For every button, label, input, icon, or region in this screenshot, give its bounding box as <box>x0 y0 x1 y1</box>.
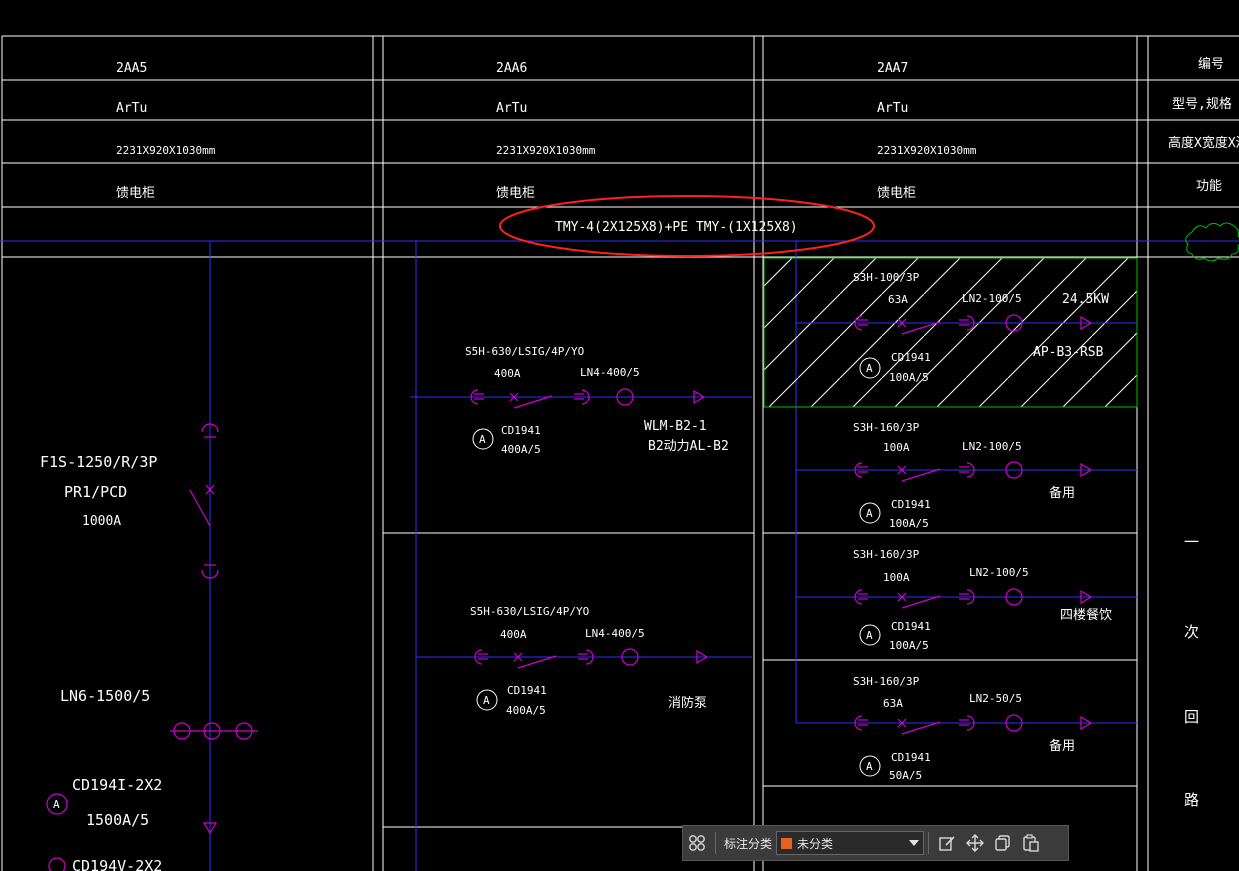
cabinet-1-function: 馈电柜 <box>116 186 155 201</box>
aa7-f1-load: AP-B3-RSB <box>1033 345 1104 360</box>
aa7-f3-ratio: 100A/5 <box>889 639 929 652</box>
aa6-f2-ct: LN4-400/5 <box>585 627 645 640</box>
aa7-f3-meter-symbol: A <box>866 629 873 642</box>
aa7-f4-load: 备用 <box>1049 738 1075 754</box>
annotation-toolbar: 标注分类 未分类 <box>682 825 1069 861</box>
cabinet-2-size: 2231X920X1030mm <box>496 144 596 157</box>
edit-icon[interactable] <box>933 829 961 857</box>
aa7-feeder-3[interactable]: A S3H-160/3P 100A LN2-100/5 CD1941 100A/… <box>796 548 1137 652</box>
cad-drawing-canvas[interactable]: 2AA5 2AA6 2AA7 编号 ArTu ArTu ArTu 型号,规格 2… <box>0 0 1239 871</box>
grid-icon[interactable] <box>683 829 711 857</box>
aa7-f2-breaker: S3H-160/3P <box>853 421 920 434</box>
cabinet-1-id: 2AA5 <box>116 61 147 76</box>
selected-feeder-hatch[interactable] <box>763 257 1138 408</box>
aa6-feeder-1[interactable]: A S5H-630/LSIG/4P/YO 400A LN4-400/5 CD19… <box>410 345 752 456</box>
incomer-meter1-ratio: 1500A/5 <box>86 811 149 829</box>
aa6-f1-line: WLM-B2-1 <box>644 419 707 434</box>
aa6-f1-meter-symbol: A <box>479 433 486 446</box>
cabinet-2-id: 2AA6 <box>496 61 527 76</box>
aa6-f1-ct: LN4-400/5 <box>580 366 640 379</box>
aa7-f2-ratio: 100A/5 <box>889 517 929 530</box>
aa7-f3-meter: CD1941 <box>891 620 931 633</box>
circuit-column-label: 一 次 回 路 <box>1184 533 1199 809</box>
category-selected-value: 未分类 <box>797 836 834 851</box>
cabinet-1-size: 2231X920X1030mm <box>116 144 216 157</box>
circuit-char-3: 回 <box>1184 708 1199 726</box>
incomer-ct: LN6-1500/5 <box>60 687 150 705</box>
chevron-down-icon <box>909 840 920 846</box>
aa7-f4-meter-symbol: A <box>866 760 873 773</box>
aa6-feeder-2[interactable]: A S5H-630/LSIG/4P/YO 400A LN4-400/5 CD19… <box>416 605 752 717</box>
aa6-f2-load: 消防泵 <box>668 695 707 711</box>
circuit-char-4: 路 <box>1184 791 1199 809</box>
aa6-f2-current: 400A <box>500 628 527 641</box>
aa6-f1-breaker: S5H-630/LSIG/4P/YO <box>465 345 584 358</box>
toolbar-divider <box>715 832 716 854</box>
aa6-f2-breaker: S5H-630/LSIG/4P/YO <box>470 605 589 618</box>
aa7-feeder-2[interactable]: A S3H-160/3P 100A LN2-100/5 CD1941 100A/… <box>796 421 1137 530</box>
aa7-f3-breaker: S3H-160/3P <box>853 548 920 561</box>
aa7-f2-ct: LN2-100/5 <box>962 440 1022 453</box>
header-label-id: 编号 <box>1198 57 1224 72</box>
aa7-f2-current: 100A <box>883 441 910 454</box>
incomer-trip: PR1/PCD <box>64 483 127 501</box>
busbar-spec: TMY-4(2X125X8)+PE TMY-(1X125X8) <box>555 220 798 235</box>
cabinet-1-model: ArTu <box>116 101 147 116</box>
aa6-f1-meter: CD1941 <box>501 424 541 437</box>
incomer-meter2: CD194V-2X2 <box>72 857 162 871</box>
incomer-meter-symbol: A <box>53 798 60 811</box>
aa6-f2-meter: CD1941 <box>507 684 547 697</box>
aa7-f4-ratio: 50A/5 <box>889 769 922 782</box>
cabinet-3-model: ArTu <box>877 101 908 116</box>
aa7-f4-meter: CD1941 <box>891 751 931 764</box>
revision-cloud[interactable] <box>1185 222 1239 262</box>
aa7-f1-power: 24.5KW <box>1062 292 1109 307</box>
copy-icon[interactable] <box>989 829 1017 857</box>
annotation-category-label: 标注分类 <box>724 836 773 851</box>
incomer-meter1: CD194I-2X2 <box>72 776 162 794</box>
aa7-f1-ct: LN2-100/5 <box>962 292 1022 305</box>
cabinet-2-function: 馈电柜 <box>496 186 535 201</box>
aa7-f4-current: 63A <box>883 697 903 710</box>
paste-icon[interactable] <box>1017 829 1045 857</box>
header-label-function: 功能 <box>1196 179 1222 194</box>
aa6-f2-ratio: 400A/5 <box>506 704 546 717</box>
aa7-f1-breaker: S3H-100/3P <box>853 271 920 284</box>
cabinet-3-id: 2AA7 <box>877 61 908 76</box>
aa7-f3-load: 四楼餐饮 <box>1060 607 1112 623</box>
aa7-f1-ratio: 100A/5 <box>889 371 929 384</box>
aa6-f1-load: B2动力AL-B2 <box>648 439 729 454</box>
aa7-f2-meter: CD1941 <box>891 498 931 511</box>
aa7-f3-ct: LN2-100/5 <box>969 566 1029 579</box>
aa7-f2-load: 备用 <box>1049 485 1075 501</box>
aa7-f1-meter-symbol: A <box>866 362 873 375</box>
aa7-feeder-4[interactable]: A S3H-160/3P 63A LN2-50/5 CD1941 50A/5 备… <box>796 675 1137 782</box>
cabinet-3-function: 馈电柜 <box>877 186 916 201</box>
cabinet-3-size: 2231X920X1030mm <box>877 144 977 157</box>
aa7-f1-current: 63A <box>888 293 908 306</box>
header-texts: 2AA5 2AA6 2AA7 编号 ArTu ArTu ArTu 型号,规格 2… <box>116 57 1239 235</box>
aa7-f3-current: 100A <box>883 571 910 584</box>
aa6-f1-ratio: 400A/5 <box>501 443 541 456</box>
aa7-f2-meter-symbol: A <box>866 507 873 520</box>
aa7-f1-meter: CD1941 <box>891 351 931 364</box>
annotation-category-dropdown[interactable]: 未分类 <box>776 831 925 855</box>
header-label-size: 高度X宽度X深 <box>1168 135 1239 151</box>
aa7-f4-breaker: S3H-160/3P <box>853 675 920 688</box>
category-color-swatch <box>781 837 793 849</box>
move-icon[interactable] <box>961 829 989 857</box>
aa7-f4-ct: LN2-50/5 <box>969 692 1022 705</box>
circuit-char-1: 一 <box>1184 533 1199 551</box>
incomer-breaker: F1S-1250/R/3P <box>40 453 157 471</box>
incomer-rating: 1000A <box>82 514 121 529</box>
incomer-circuit: F1S-1250/R/3P PR1/PCD 1000A LN6-1500/5 C… <box>40 423 258 871</box>
circuit-char-2: 次 <box>1184 623 1199 641</box>
header-label-model: 型号,规格 <box>1172 96 1232 112</box>
toolbar-divider <box>928 832 930 854</box>
cabinet-2-model: ArTu <box>496 101 527 116</box>
aa6-f2-meter-symbol: A <box>483 694 490 707</box>
aa6-f1-current: 400A <box>494 367 521 380</box>
